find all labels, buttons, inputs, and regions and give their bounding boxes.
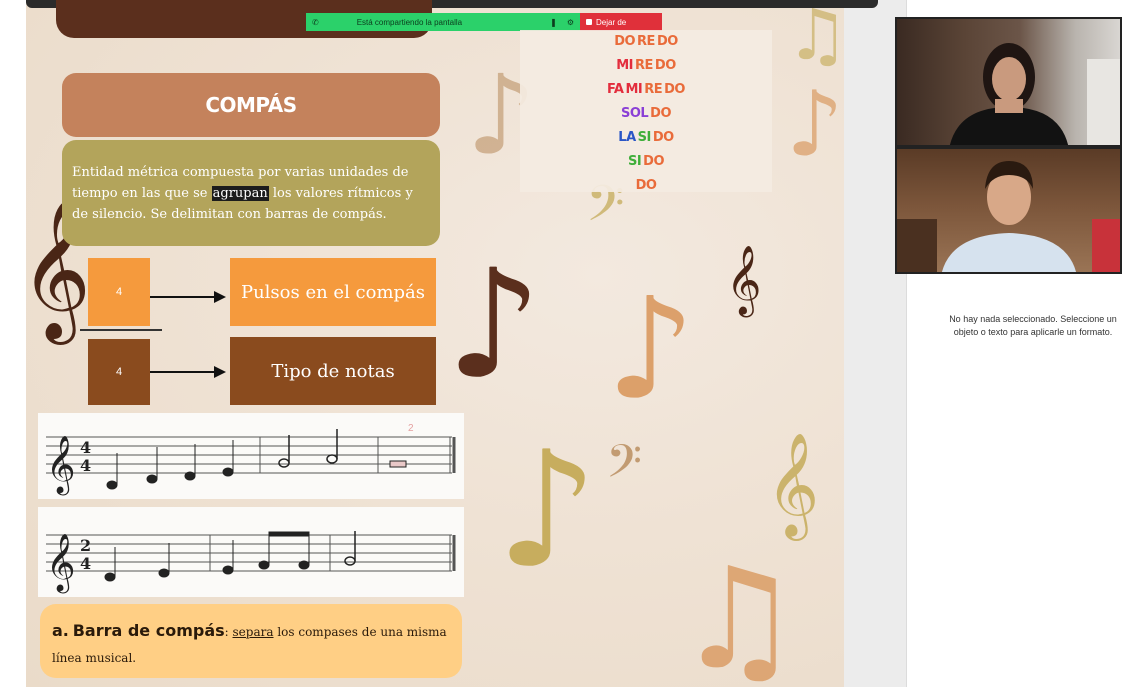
time-sig-top: 2 (80, 536, 91, 555)
video-tile-participant-1[interactable] (895, 17, 1122, 147)
quarter-notes (104, 540, 234, 582)
solfege-syllable: DO (643, 154, 665, 169)
bg-bass-clef-icon: 𝄢 (606, 435, 643, 500)
eighth-notes (258, 531, 310, 570)
barra-verb: separa (232, 625, 274, 639)
note-type-label: Tipo de notas (230, 337, 436, 405)
bg-note-icon: ♪ (606, 268, 696, 431)
time-sig-bottom: 4 (80, 456, 91, 475)
bg-treble-clef-icon: 𝄞 (726, 245, 762, 315)
staff-4-4-notation: 𝄞 4 4 2 (46, 423, 456, 496)
time-sig-bottom: 4 (80, 554, 91, 573)
staff-2-4-notation: 𝄞 2 4 (46, 531, 456, 594)
solfege-row: MI RE DO (520, 54, 772, 78)
solfege-syllable: DO (650, 106, 672, 121)
stop-sharing-label: Dejar de (596, 17, 627, 27)
solfege-syllable: RE (635, 58, 653, 73)
solfege-syllable: SI (637, 130, 652, 145)
solfege-syllable: DO (664, 82, 685, 97)
solfege-row: FA MI RE DO (520, 78, 772, 102)
solfege-syllable: FA (607, 82, 624, 97)
bg-note-icon: ♪ (496, 416, 599, 603)
solfege-row: DO RE DO (520, 30, 772, 54)
barra-title: Barra de compás (72, 621, 225, 640)
solfege-syllable: DO (652, 130, 674, 145)
solfege-row: SI DO (520, 150, 772, 174)
solfege-syllable: RE (637, 34, 655, 49)
settings-icon[interactable]: ⚙ (567, 18, 574, 27)
arrow-icon (150, 366, 226, 378)
list-bullet: a. (52, 621, 69, 640)
solfege-syllable: RE (644, 82, 663, 97)
half-note (344, 531, 356, 566)
pause-icon[interactable]: ❚ (550, 18, 557, 27)
solfege-row: SOL DO (520, 102, 772, 126)
bg-note-icon: ♫ (676, 538, 802, 687)
small-mark: 2 (408, 423, 414, 434)
solfege-syllable: DO (614, 34, 636, 49)
participant-1-figure (950, 43, 1120, 145)
solfege-ladder: DO RE DO MI RE DO FA MI RE DO SOL DO LA SI DO SI DO DO (520, 30, 772, 193)
whole-note (389, 460, 407, 468)
solfege-syllable: LA (618, 130, 636, 145)
treble-clef-icon: 𝄞 (46, 533, 76, 594)
half-notes (278, 429, 338, 468)
stop-sharing-button[interactable]: Dejar de (580, 13, 662, 31)
solfege-syllable: MI (616, 58, 634, 73)
solfege-syllable: DO (635, 178, 657, 193)
staff-example-2-4: 𝄞 2 4 (38, 507, 464, 597)
solfege-syllable: DO (654, 58, 676, 73)
participant-2-figure (897, 161, 1120, 272)
solfege-syllable: MI (625, 82, 643, 97)
staff-example-4-4: 𝄞 4 4 2 (38, 413, 464, 499)
bg-note-icon: ♪ (446, 238, 542, 412)
bg-treble-clef-icon: 𝄞 (766, 432, 820, 537)
solfege-syllable: SOL (620, 106, 649, 121)
barra-de-compas-card: a. Barra de compás: separa los compases … (40, 604, 462, 678)
time-sig-top: 4 (80, 438, 91, 457)
pulses-label: Pulsos en el compás (230, 258, 436, 326)
bg-note-icon: ♫ (786, 0, 844, 76)
solfege-syllable: SI (627, 154, 642, 169)
solfege-row: LA SI DO (520, 126, 772, 150)
no-selection-hint: No hay nada seleccionado. Seleccione un … (949, 314, 1117, 337)
arrow-icon (150, 291, 226, 303)
barra-colon: : (224, 625, 229, 639)
treble-clef-icon: 𝄞 (46, 435, 76, 496)
video-tile-participant-2[interactable] (895, 147, 1122, 274)
stop-icon (586, 19, 592, 25)
solfege-syllable: DO (656, 34, 678, 49)
solfege-row: DO (520, 174, 772, 198)
bg-note-icon: ♪ (786, 72, 844, 177)
